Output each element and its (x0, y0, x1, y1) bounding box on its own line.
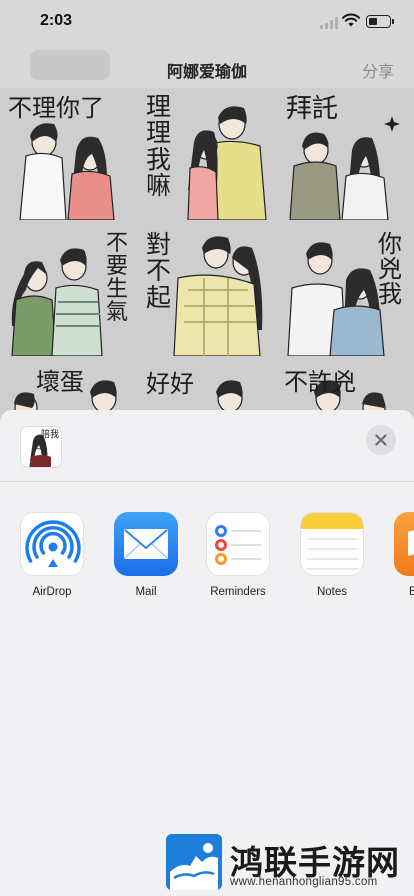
share-app-reminders[interactable]: Reminders (198, 512, 278, 598)
sticker-item[interactable]: 不要生氣 (6, 230, 132, 356)
sticker-item[interactable]: 理理我嘛 (144, 94, 270, 220)
watermark-url: www.henanhonglian95.com (230, 876, 378, 888)
sticker-caption: 你兇我 (378, 230, 402, 309)
airdrop-icon (20, 512, 84, 576)
watermark-logo (166, 834, 222, 890)
sticker-caption: 不許兇 (284, 368, 356, 396)
close-button[interactable] (366, 425, 396, 455)
reminders-icon (206, 512, 270, 576)
books-icon (394, 512, 414, 576)
close-icon (375, 434, 387, 446)
sticker-item[interactable]: 壞蛋 (6, 368, 132, 410)
share-app-mail[interactable]: Mail (106, 512, 186, 598)
thumbnail-caption: 陪我 (40, 430, 59, 440)
battery-icon (366, 15, 394, 28)
sticker-grid: 不理你了 理理我嘛 拜託 不要生氣 對不起 你兇我 壞蛋 好好 不許兇 (0, 88, 414, 410)
sticker-caption: 壞蛋 (36, 368, 84, 396)
status-time: 2:03 (40, 12, 73, 29)
app-label: B (409, 586, 414, 598)
sticker-caption: 不要生氣 (106, 231, 129, 326)
share-app-books[interactable]: B (378, 512, 414, 598)
nav-bar: 阿娜爱瑜伽 分享 (0, 44, 414, 88)
sticker-item[interactable]: 不許兇 (284, 368, 410, 410)
sticker-caption: 好好 (146, 370, 194, 398)
app-label: Mail (135, 586, 157, 598)
mail-icon (114, 512, 178, 576)
sticker-item[interactable]: 對不起 (144, 230, 270, 356)
sticker-caption: 拜託 (286, 94, 339, 124)
share-apps-row: AirDrop Mail Reminders Notes B (0, 512, 414, 612)
sticker-item[interactable]: 拜託 (284, 94, 410, 220)
cellular-signal-icon (320, 17, 340, 29)
sticker-item[interactable]: 不理你了 (6, 94, 132, 220)
app-label: Notes (316, 586, 348, 598)
share-sheet: 陪我 AirDrop Mail Reminders Notes B (0, 410, 414, 896)
share-button[interactable]: 分享 (362, 58, 394, 82)
app-label: AirDrop (32, 586, 72, 598)
notes-icon (300, 512, 364, 576)
share-app-notes[interactable]: Notes (292, 512, 372, 598)
app-label: Reminders (210, 586, 266, 598)
page-title: 阿娜爱瑜伽 (166, 64, 247, 81)
wifi-icon (342, 13, 360, 27)
sticker-item[interactable]: 好好 (144, 368, 270, 410)
sticker-caption: 不理你了 (8, 94, 104, 122)
sticker-caption: 對不起 (146, 230, 172, 312)
sticker-item[interactable]: 你兇我 (284, 230, 410, 356)
watermark: 鸿联手游网 www.henanhonglian95.com (166, 834, 408, 896)
sticker-caption: 理理我嘛 (146, 94, 172, 200)
status-bar: 2:03 (0, 0, 414, 44)
share-app-airdrop[interactable]: AirDrop (12, 512, 92, 598)
shared-item-thumbnail: 陪我 (20, 426, 62, 468)
share-sheet-header: 陪我 (0, 410, 414, 482)
